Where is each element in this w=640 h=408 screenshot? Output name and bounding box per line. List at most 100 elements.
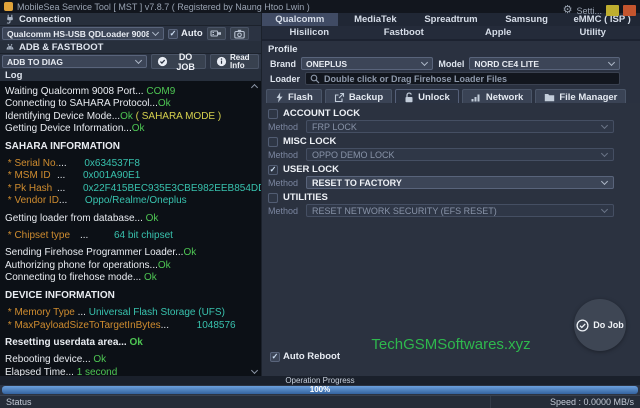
utilities-method-select: RESET NETWORK SECURITY (EFS RESET): [306, 204, 614, 217]
app-logo-icon: [4, 2, 13, 11]
chevron-down-icon: [608, 59, 615, 66]
do-job-button[interactable]: DO JOB: [151, 54, 206, 69]
check-ring-icon: [576, 319, 589, 332]
platform-tab-fastboot[interactable]: Fastboot: [357, 26, 452, 39]
platform-tab-hisilicon[interactable]: Hisilicon: [262, 26, 357, 39]
read-info-button[interactable]: Read Info: [210, 54, 259, 69]
settings-gear-icon[interactable]: ⚙: [563, 5, 573, 16]
brand-select[interactable]: ONEPLUS: [301, 57, 433, 70]
misc-lock-checkbox[interactable]: [268, 137, 278, 147]
brand-label: Brand: [270, 59, 296, 69]
camera-button[interactable]: [230, 27, 249, 40]
port-select-value: Qualcomm HS-USB QDLoader 9008 (COM9): [7, 29, 149, 39]
chevron-down-icon: [601, 150, 608, 157]
model-label: Model: [438, 59, 464, 69]
method-label: Method: [268, 178, 301, 188]
platform-tab-spreadtrum[interactable]: Spreadtrum: [413, 13, 489, 26]
adb-fastboot-header-label: ADB & FASTBOOT: [19, 42, 103, 53]
scroll-up-icon[interactable]: [251, 84, 258, 91]
chevron-down-icon: [601, 206, 608, 213]
loader-input[interactable]: Double click or Drag Firehose Loader Fil…: [305, 72, 620, 85]
flash-icon: [275, 92, 284, 103]
model-select[interactable]: NORD CE4 LITE: [469, 57, 620, 70]
usb-icon: [210, 29, 222, 38]
scroll-down-icon[interactable]: [251, 367, 258, 374]
auto-reboot-checkbox[interactable]: ✓ Auto Reboot: [270, 351, 340, 362]
backup-icon: [334, 92, 345, 103]
settings-label[interactable]: Setti...: [576, 6, 602, 16]
method-row: MethodRESET NETWORK SECURITY (EFS RESET): [262, 204, 640, 217]
log-scrollbar[interactable]: [251, 83, 259, 375]
misc-lock-method-select: OPPO DEMO LOCK: [306, 148, 614, 161]
method-label: Method: [268, 122, 301, 132]
connection-row: Qualcomm HS-USB QDLoader 9008 (COM9) ✓ A…: [0, 26, 261, 41]
minimize-button[interactable]: [606, 5, 619, 16]
right-panel: QualcommMediaTekSpreadtrumSamsungeMMC ( …: [262, 13, 640, 376]
log-line: Identifying Device Mode...Ok ( SAHARA MO…: [5, 111, 251, 123]
log-line: SAHARA INFORMATION: [5, 141, 251, 153]
platform-tab-apple[interactable]: Apple: [451, 26, 546, 39]
profile-header: Profile: [262, 41, 640, 56]
tool-tab-label: Backup: [349, 92, 383, 103]
adb-fastboot-header: ADB & FASTBOOT: [0, 41, 261, 54]
adb-row: ADB TO DIAG DO JOB Read Info: [0, 54, 261, 69]
model-select-value: NORD CE4 LITE: [474, 59, 605, 69]
chevron-down-icon: [135, 57, 142, 64]
lock-section-label: MISC LOCK: [283, 136, 336, 147]
progress-percent: 100%: [310, 385, 330, 394]
lock-section-label: UTILITIES: [283, 192, 328, 203]
method-label: Method: [268, 150, 301, 160]
loader-row: Loader Double click or Drag Firehose Loa…: [262, 71, 640, 86]
tool-tab-label: Network: [486, 92, 523, 103]
unlock-panel: ACCOUNT LOCKMethodFRP LOCKMISC LOCKMetho…: [262, 103, 640, 376]
log-line: * Chipset type...64 bit chipset: [5, 230, 251, 242]
platform-tab-samsung[interactable]: Samsung: [489, 13, 565, 26]
user-lock-checkbox[interactable]: ✓: [268, 165, 278, 175]
loader-placeholder: Double click or Drag Firehose Loader Fil…: [324, 74, 507, 84]
connection-header-label: Connection: [19, 14, 71, 25]
progress-bar: 100%: [2, 386, 638, 394]
port-select[interactable]: Qualcomm HS-USB QDLoader 9008 (COM9): [2, 27, 164, 40]
account-lock-method-select: FRP LOCK: [306, 120, 614, 133]
platform-tab-qualcomm[interactable]: Qualcomm: [262, 13, 338, 26]
lock-section-misc-lock: MISC LOCK: [262, 135, 640, 148]
user-lock-method-select[interactable]: RESET TO FACTORY: [306, 176, 614, 189]
platform-tab-mediatek[interactable]: MediaTek: [338, 13, 414, 26]
network-icon: [471, 92, 482, 102]
method-select-value: RESET TO FACTORY: [312, 178, 598, 188]
log-line: Getting Device Information...Ok: [5, 123, 251, 135]
log-line: * Memory Type ... Universal Flash Storag…: [5, 307, 251, 319]
loader-label: Loader: [270, 74, 300, 84]
file-manager-icon: [544, 92, 555, 102]
status-bar: Status Speed : 0.0000 MB/s: [0, 395, 640, 408]
log-line: * MaxPayloadSizeToTargetInBytes...104857…: [5, 320, 251, 332]
log-output[interactable]: Waiting Qualcomm 9008 Port... COM9Connec…: [0, 81, 261, 376]
auto-checkbox-label: Auto: [181, 28, 203, 39]
method-row: Method RESET TO FACTORY: [262, 176, 640, 189]
lock-section-user-lock: ✓USER LOCK: [262, 163, 640, 176]
app-window: MobileSea Service Tool [ MST ] v7.8.7 ( …: [0, 0, 640, 408]
adb-mode-select[interactable]: ADB TO DIAG: [2, 55, 147, 68]
log-line: Elapsed Time... 1 second: [5, 367, 251, 376]
speed-label: Speed : 0.0000 MB/s: [550, 397, 634, 407]
tool-tab-label: Unlock: [418, 92, 450, 103]
utilities-checkbox[interactable]: [268, 193, 278, 203]
window-controls: ⚙ Setti...: [563, 5, 636, 16]
do-job-button-label: DO JOB: [171, 52, 200, 72]
platform-tab-utility[interactable]: Utility: [546, 26, 640, 39]
log-line: * Vendor ID...Oppo/Realme/Oneplus: [5, 195, 251, 207]
status-bar-divider: [490, 396, 491, 408]
log-line: Resetting userdata area... Ok: [5, 337, 251, 349]
close-button[interactable]: [623, 5, 636, 16]
account-lock-checkbox[interactable]: [268, 109, 278, 119]
plug-icon: [5, 14, 15, 24]
status-label: Status: [6, 397, 32, 407]
method-select-value: RESET NETWORK SECURITY (EFS RESET): [312, 206, 598, 216]
auto-reboot-label: Auto Reboot: [283, 351, 340, 362]
window-title: MobileSea Service Tool [ MST ] v7.8.7 ( …: [17, 2, 310, 12]
log-line: * Pk Hash...0x22F415BEC935E3CBE982EEB854…: [5, 183, 251, 195]
chevron-down-icon: [601, 178, 608, 185]
tool-tab-label: File Manager: [559, 92, 617, 103]
auto-checkbox[interactable]: ✓ Auto: [168, 28, 203, 39]
usb-button[interactable]: [207, 27, 226, 40]
